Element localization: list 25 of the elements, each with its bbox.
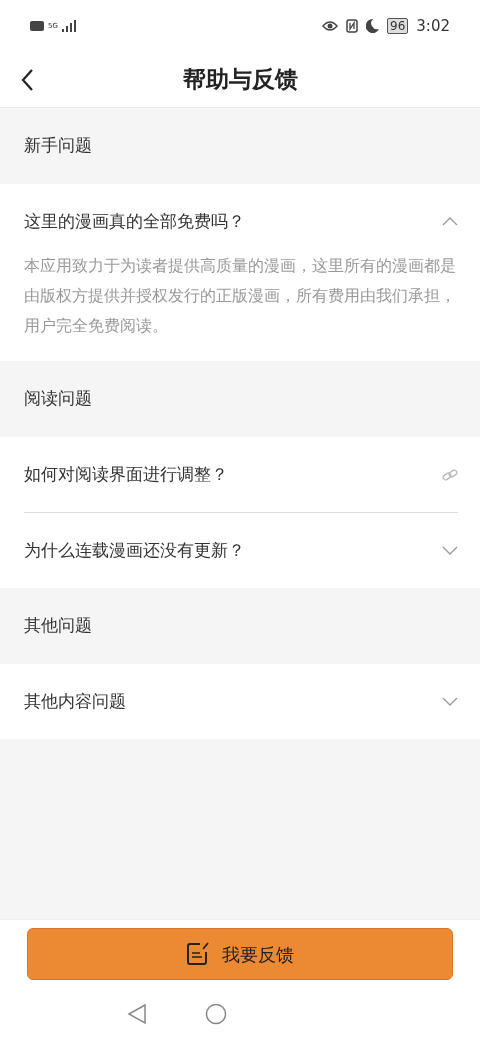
back-icon[interactable] xyxy=(20,68,34,92)
feedback-button[interactable]: 我要反馈 xyxy=(27,928,453,980)
eye-icon xyxy=(322,20,339,32)
collapse-icon[interactable] xyxy=(442,217,458,226)
battery-indicator: 96 xyxy=(387,18,409,34)
expand-icon[interactable] xyxy=(442,546,458,555)
question-text[interactable]: 如何对阅读界面进行调整？ xyxy=(24,461,228,488)
link-icon[interactable] xyxy=(442,467,458,482)
back-nav-icon[interactable] xyxy=(127,1003,147,1025)
signal-icon xyxy=(61,20,76,32)
question-text[interactable]: 其他内容问题 xyxy=(24,688,126,715)
clock-time: 3:02 xyxy=(416,15,450,37)
expand-icon[interactable] xyxy=(442,697,458,706)
answer-text: 本应用致力于为读者提供高质量的漫画，这里所有的漫画都是由版权方提供并授权发行的正版漫画，所有费用由我们承担，用户完全免费阅读。 xyxy=(24,255,457,337)
question-text[interactable]: 为什么连载漫画还没有更新？ xyxy=(24,537,245,564)
hd-icon xyxy=(30,21,44,31)
section-title: 其他问题 xyxy=(23,614,93,638)
section-title: 新手问题 xyxy=(23,134,93,158)
section-title: 阅读问题 xyxy=(23,387,93,411)
page-title: 帮助与反馈 xyxy=(182,64,298,95)
question-text[interactable]: 这里的漫画真的全部免费吗？ xyxy=(24,208,245,235)
moon-icon xyxy=(366,19,380,33)
home-nav-icon[interactable] xyxy=(205,1003,227,1025)
edit-note-icon xyxy=(186,942,210,966)
nfc-icon xyxy=(346,19,359,33)
